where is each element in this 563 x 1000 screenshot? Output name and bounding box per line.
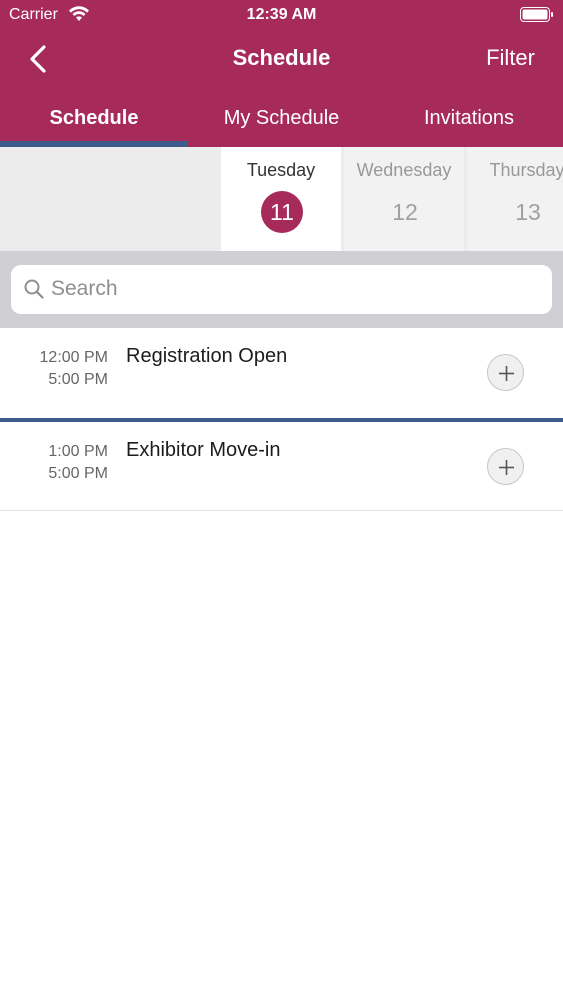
- day-name: Thursday: [489, 160, 563, 180]
- search-input[interactable]: [51, 271, 541, 307]
- plus-icon: [499, 460, 514, 475]
- day-number: 13: [515, 199, 541, 225]
- day-name: Wednesday: [356, 160, 452, 180]
- date-tuesday[interactable]: Tuesday 11: [221, 147, 341, 251]
- date-wednesday[interactable]: Wednesday 12: [344, 147, 464, 251]
- search-bar-container: [0, 251, 563, 328]
- date-thursday[interactable]: Thursday 13: [467, 147, 563, 251]
- day-name: Tuesday: [246, 160, 316, 180]
- event-end-time: 5:00 PM: [48, 465, 108, 482]
- plus-icon: [499, 366, 514, 381]
- search-box[interactable]: [11, 265, 552, 314]
- tab-my-schedule[interactable]: My Schedule: [188, 96, 375, 147]
- page-title: Schedule: [232, 45, 331, 70]
- add-to-schedule-button[interactable]: [487, 354, 524, 391]
- filter-button[interactable]: Filter: [486, 45, 535, 71]
- navigation-bar: Schedule Filter: [0, 32, 563, 84]
- event-start-time: 1:00 PM: [48, 443, 108, 460]
- list-item[interactable]: 12:00 PM 5:00 PM Registration Open: [0, 328, 563, 418]
- event-end-time: 5:00 PM: [48, 371, 108, 388]
- tab-invitations[interactable]: Invitations: [375, 96, 563, 147]
- add-to-schedule-button[interactable]: [487, 448, 524, 485]
- list-item[interactable]: 1:00 PM 5:00 PM Exhibitor Move-in: [0, 422, 563, 512]
- day-number: 12: [392, 199, 418, 225]
- event-title: Exhibitor Move-in: [126, 439, 281, 461]
- status-time: 12:39 AM: [246, 6, 317, 23]
- event-start-time: 12:00 PM: [39, 349, 108, 366]
- day-number: 11: [261, 191, 303, 233]
- date-picker-strip: Tuesday 11 Wednesday 12 Thursday 13: [0, 147, 563, 251]
- battery-icon: [520, 7, 553, 22]
- search-icon: [24, 279, 44, 299]
- event-times: 12:00 PM 5:00 PM: [40, 347, 108, 391]
- status-bar: Carrier 12:39 AM: [0, 0, 563, 30]
- list-divider: [0, 510, 563, 511]
- tab-bar: Schedule My Schedule Invitations: [0, 96, 563, 147]
- event-times: 1:00 PM 5:00 PM: [48, 441, 108, 485]
- event-title: Registration Open: [126, 345, 288, 367]
- tab-schedule[interactable]: Schedule: [0, 96, 188, 147]
